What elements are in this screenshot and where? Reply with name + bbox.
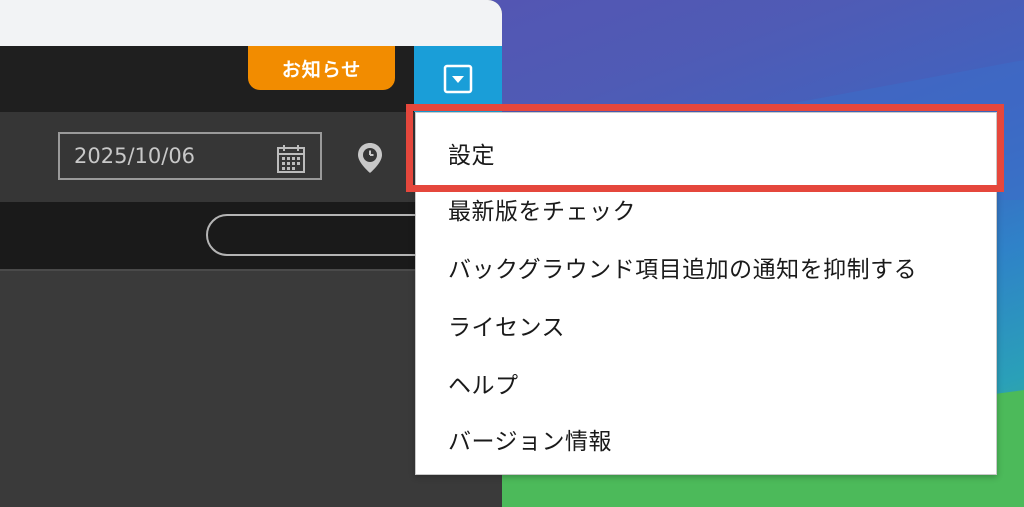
highlight-box (406, 104, 1004, 192)
notice-button[interactable]: お知らせ (248, 46, 395, 90)
chevron-down-icon (443, 64, 473, 94)
menu-item-check-update[interactable]: 最新版をチェック (416, 185, 996, 233)
menu-item-suppress-notifications[interactable]: バックグラウンド項目追加の通知を抑制する (416, 243, 996, 291)
menu-toggle-button[interactable] (414, 46, 502, 112)
notice-label: お知らせ (281, 58, 362, 81)
menu-item-help[interactable]: ヘルプ (416, 359, 996, 407)
title-bar (0, 0, 502, 46)
location-pin-icon[interactable] (357, 142, 383, 174)
calendar-icon[interactable] (276, 144, 306, 174)
menu-item-label: バックグラウンド項目追加の通知を抑制する (448, 257, 918, 283)
menu-item-label: バージョン情報 (448, 429, 613, 455)
menu-item-label: ヘルプ (448, 373, 519, 399)
menu-item-license[interactable]: ライセンス (416, 301, 996, 349)
menu-item-label: ライセンス (448, 315, 566, 341)
date-value: 2025/10/06 (74, 144, 196, 168)
menu-item-version-info[interactable]: バージョン情報 (416, 415, 996, 463)
menu-item-label: 最新版をチェック (448, 199, 636, 225)
